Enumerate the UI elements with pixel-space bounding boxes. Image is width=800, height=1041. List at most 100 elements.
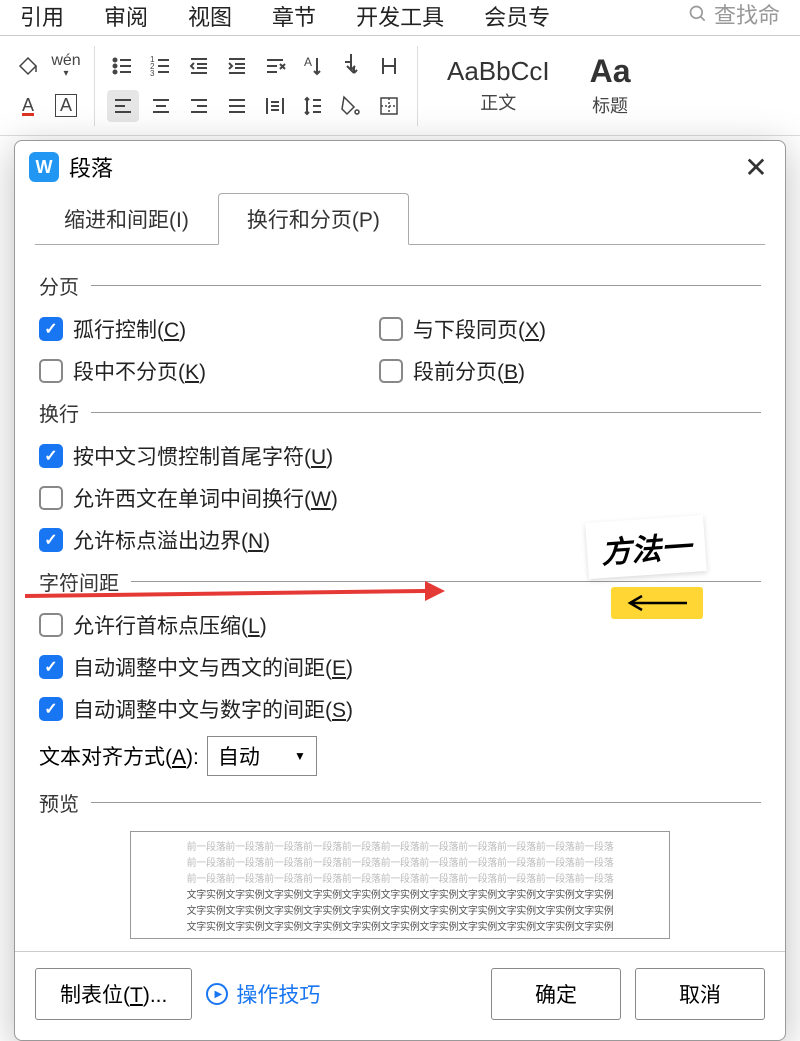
alignment-label: 文本对齐方式(A):	[39, 741, 199, 771]
distribute-icon[interactable]	[259, 90, 291, 122]
checkbox-label: 允许标点溢出边界(N)	[73, 525, 270, 555]
paragraph-dialog: W 段落 ✕ 缩进和间距(I) 换行和分页(P) 分页 孤行控制(C) 与下段同…	[14, 140, 786, 1041]
divider	[417, 46, 418, 126]
preview-line: 前一段落前一段落前一段落前一段落前一段落前一段落前一段落前一段落前一段落前一段落…	[187, 838, 614, 853]
style-normal[interactable]: AaBbCcI 正文	[430, 51, 567, 120]
borders-icon[interactable]	[373, 90, 405, 122]
tabs-button[interactable]: 制表位(T)...	[35, 968, 192, 1020]
close-button[interactable]: ✕	[741, 152, 771, 182]
checkbox-icon	[39, 697, 63, 721]
section-linebreak: 换行	[39, 398, 761, 427]
shading-icon[interactable]	[335, 90, 367, 122]
svg-text:3: 3	[150, 69, 155, 78]
tab-view[interactable]: 视图	[188, 0, 232, 27]
checkbox-keep-with-next[interactable]: 与下段同页(X)	[379, 314, 679, 344]
style-label: 正文	[480, 89, 516, 115]
checkbox-icon	[379, 359, 403, 383]
dialog-body: 分页 孤行控制(C) 与下段同页(X) 段中不分页(K) 段前分页(B) 换行	[15, 245, 785, 951]
increase-indent-icon[interactable]	[221, 50, 253, 82]
style-label: 标题	[592, 92, 628, 118]
numbering-icon[interactable]: 123	[145, 50, 177, 82]
divider	[94, 46, 95, 126]
section-preview: 预览	[39, 788, 761, 817]
tips-link[interactable]: 操作技巧	[206, 979, 320, 1009]
chevron-down-icon: ▼	[294, 749, 306, 763]
dialog-footer: 制表位(T)... 操作技巧 确定 取消	[15, 951, 785, 1040]
tab-chapter[interactable]: 章节	[272, 0, 316, 27]
checkbox-label: 孤行控制(C)	[73, 314, 186, 344]
align-left-icon[interactable]	[107, 90, 139, 122]
tab-reference[interactable]: 引用	[20, 0, 64, 27]
alignment-dropdown[interactable]: 自动 ▼	[207, 736, 317, 776]
checkbox-icon	[39, 528, 63, 552]
checkbox-allow-punct-overflow[interactable]: 允许标点溢出边界(N)	[39, 525, 339, 555]
ribbon-tabs: 引用 审阅 视图 章节 开发工具 会员专 查找命	[0, 0, 800, 36]
toolbar: wén▾ A A 123 A AaBbCc	[0, 36, 800, 136]
preview-box: 前一段落前一段落前一段落前一段落前一段落前一段落前一段落前一段落前一段落前一段落…	[130, 831, 670, 939]
app-logo-icon: W	[29, 152, 59, 182]
tab-member[interactable]: 会员专	[484, 0, 550, 27]
style-sample: AaBbCcI	[447, 56, 550, 87]
style-heading[interactable]: Aa 标题	[573, 48, 648, 123]
tab-developer[interactable]: 开发工具	[356, 0, 444, 27]
svg-text:A: A	[304, 55, 312, 69]
character-border-icon[interactable]: A	[50, 90, 82, 122]
checkbox-icon	[39, 655, 63, 679]
checkbox-cjk-first-last[interactable]: 按中文习惯控制首尾字符(U)	[39, 441, 339, 471]
checkbox-auto-cjk-number[interactable]: 自动调整中文与数字的间距(S)	[39, 694, 353, 724]
checkbox-icon	[39, 486, 63, 510]
checkbox-keep-lines-together[interactable]: 段中不分页(K)	[39, 356, 339, 386]
section-pagination: 分页	[39, 271, 761, 300]
style-sample: Aa	[590, 53, 631, 90]
checkbox-label: 段中不分页(K)	[73, 356, 206, 386]
paragraph-mark-icon[interactable]	[335, 50, 367, 82]
preview-line: 文字实例文字实例文字实例文字实例文字实例文字实例文字实例文字实例文字实例文字实例…	[187, 902, 614, 917]
decrease-indent-icon[interactable]	[183, 50, 215, 82]
preview-line: 前一段落前一段落前一段落前一段落前一段落前一段落前一段落前一段落前一段落前一段落…	[187, 870, 614, 885]
paint-bucket-icon[interactable]	[12, 50, 44, 82]
ok-button[interactable]: 确定	[491, 968, 621, 1020]
checkbox-icon	[39, 359, 63, 383]
dialog-tabs: 缩进和间距(I) 换行和分页(P)	[15, 193, 785, 245]
search-box[interactable]: 查找命	[688, 0, 780, 27]
clear-formatting-icon[interactable]	[259, 50, 291, 82]
bullets-icon[interactable]	[107, 50, 139, 82]
dialog-titlebar: W 段落 ✕	[15, 141, 785, 193]
tab-indent-spacing[interactable]: 缩进和间距(I)	[35, 193, 218, 245]
search-placeholder: 查找命	[714, 0, 780, 30]
checkbox-icon	[39, 444, 63, 468]
checkbox-icon	[379, 317, 403, 341]
checkbox-auto-cjk-latin[interactable]: 自动调整中文与西文的间距(E)	[39, 652, 353, 682]
search-icon	[688, 4, 708, 24]
checkbox-icon	[39, 317, 63, 341]
checkbox-label: 按中文习惯控制首尾字符(U)	[73, 441, 333, 471]
dialog-title: 段落	[69, 151, 113, 183]
checkbox-label: 与下段同页(X)	[413, 314, 546, 344]
cancel-button[interactable]: 取消	[635, 968, 765, 1020]
font-color-icon[interactable]: A	[12, 90, 44, 122]
checkbox-label: 自动调整中文与西文的间距(E)	[73, 652, 353, 682]
checkbox-label: 自动调整中文与数字的间距(S)	[73, 694, 353, 724]
checkbox-page-break-before[interactable]: 段前分页(B)	[379, 356, 679, 386]
tips-label: 操作技巧	[236, 979, 320, 1009]
sort-icon[interactable]: A	[297, 50, 329, 82]
tab-line-page-breaks[interactable]: 换行和分页(P)	[218, 193, 409, 245]
show-marks-icon[interactable]	[373, 50, 405, 82]
preview-line: 文字实例文字实例文字实例文字实例文字实例文字实例文字实例文字实例文字实例文字实例…	[187, 918, 614, 933]
play-icon	[206, 983, 228, 1005]
checkbox-widow-control[interactable]: 孤行控制(C)	[39, 314, 339, 344]
section-charspacing: 字符间距	[39, 567, 761, 596]
align-justify-icon[interactable]	[221, 90, 253, 122]
pinyin-guide-icon[interactable]: wén▾	[50, 50, 82, 82]
preview-line: 前一段落前一段落前一段落前一段落前一段落前一段落前一段落前一段落前一段落前一段落…	[187, 854, 614, 869]
checkbox-allow-latin-wrap[interactable]: 允许西文在单词中间换行(W)	[39, 483, 339, 513]
dropdown-value: 自动	[218, 741, 260, 771]
line-spacing-icon[interactable]	[297, 90, 329, 122]
align-center-icon[interactable]	[145, 90, 177, 122]
tab-review[interactable]: 审阅	[104, 0, 148, 27]
checkbox-label: 允许行首标点压缩(L)	[73, 610, 267, 640]
checkbox-label: 段前分页(B)	[413, 356, 525, 386]
checkbox-label: 允许西文在单词中间换行(W)	[73, 483, 338, 513]
align-right-icon[interactable]	[183, 90, 215, 122]
checkbox-compress-punct[interactable]: 允许行首标点压缩(L)	[39, 610, 339, 640]
